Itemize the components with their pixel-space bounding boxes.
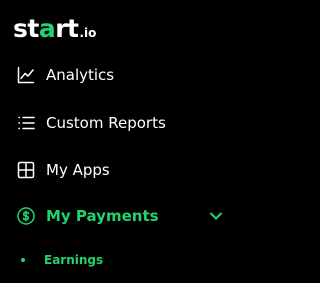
sidebar-item-label: My Payments bbox=[46, 207, 159, 225]
sidebar-item-label: My Apps bbox=[46, 161, 110, 179]
dollar-circle-icon bbox=[16, 206, 36, 226]
sidebar-item-analytics[interactable]: Analytics bbox=[16, 62, 226, 88]
sidebar-item-my-payments[interactable]: My Payments bbox=[16, 203, 226, 229]
sidebar-subitem-label: Earnings bbox=[44, 253, 104, 267]
sidebar-item-my-apps[interactable]: My Apps bbox=[16, 157, 226, 183]
list-icon bbox=[16, 113, 36, 133]
sidebar-item-label: Custom Reports bbox=[46, 114, 166, 132]
sidebar-subitem-earnings[interactable]: Earnings bbox=[21, 250, 201, 270]
sidebar-item-custom-reports[interactable]: Custom Reports bbox=[16, 110, 226, 136]
sidebar-item-label: Analytics bbox=[46, 66, 115, 84]
chevron-down-icon[interactable] bbox=[206, 206, 226, 226]
sidebar-nav: Analytics Custom Reports My Apps My Paym… bbox=[0, 0, 241, 283]
grid-icon bbox=[16, 160, 36, 180]
bullet-dot-icon bbox=[21, 258, 25, 262]
chart-line-icon bbox=[16, 65, 36, 85]
